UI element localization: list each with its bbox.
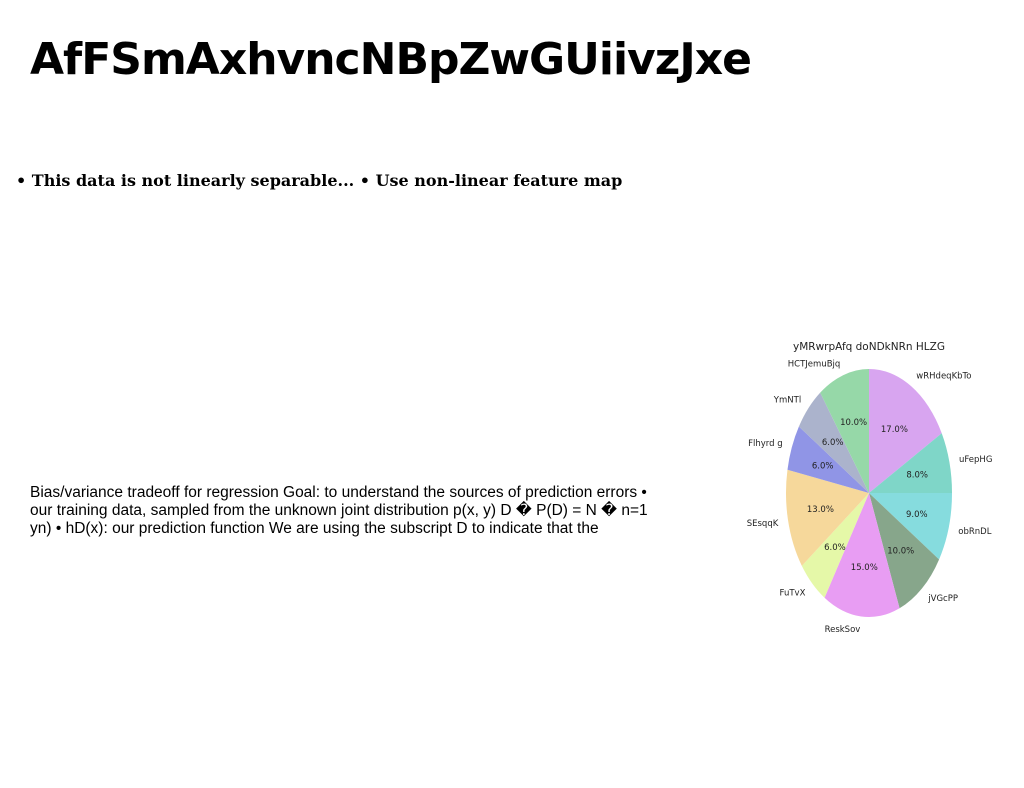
pie-category-label: ReskSov — [825, 625, 861, 635]
pie-percent-label: 9.0% — [906, 510, 928, 520]
slide-title: AfFSmAxhvncNBpZwGUiivzJxe — [30, 34, 752, 85]
pie-category-label: obRnDL — [958, 527, 991, 537]
pie-category-label: wRHdeqKbTo — [916, 372, 971, 382]
pie-category-label: HCTJemuBjq — [788, 359, 841, 369]
pie-percent-label: 6.0% — [822, 438, 844, 448]
pie-category-label: SEsqqK — [747, 519, 779, 529]
pie-percent-label: 17.0% — [881, 425, 908, 435]
pie-percent-label: 13.0% — [807, 505, 834, 515]
chart-title: yMRwrpAfq doNDkNRn HLZG — [793, 341, 945, 353]
pie-percent-label: 6.0% — [812, 462, 834, 472]
pie-category-label: Flhyrd g — [748, 439, 783, 449]
pie-percent-label: 15.0% — [851, 563, 878, 573]
pie-chart-figure: yMRwrpAfq doNDkNRn HLZG 17.0% 8.0% 9.0% 10.… — [740, 330, 1000, 640]
pie-slices — [785, 369, 952, 617]
pie-percent-label: 8.0% — [906, 471, 928, 481]
bullet-line: • This data is not linearly separable...… — [16, 171, 623, 190]
pie-percent-label: 10.0% — [887, 546, 914, 556]
pie-percent-label: 10.0% — [840, 418, 867, 428]
pie-category-label: FuTvX — [780, 588, 806, 598]
pie-percent-label: 6.0% — [824, 543, 846, 553]
pie-chart-svg: yMRwrpAfq doNDkNRn HLZG 17.0% 8.0% 9.0% 10.… — [747, 341, 993, 635]
pie-category-label: uFepHG — [959, 455, 992, 465]
pie-category-label: YmNTl — [773, 396, 801, 406]
body-text: Bias/variance tradeoff for regression Go… — [30, 484, 648, 537]
pie-category-label: jVGcPP — [927, 594, 958, 604]
